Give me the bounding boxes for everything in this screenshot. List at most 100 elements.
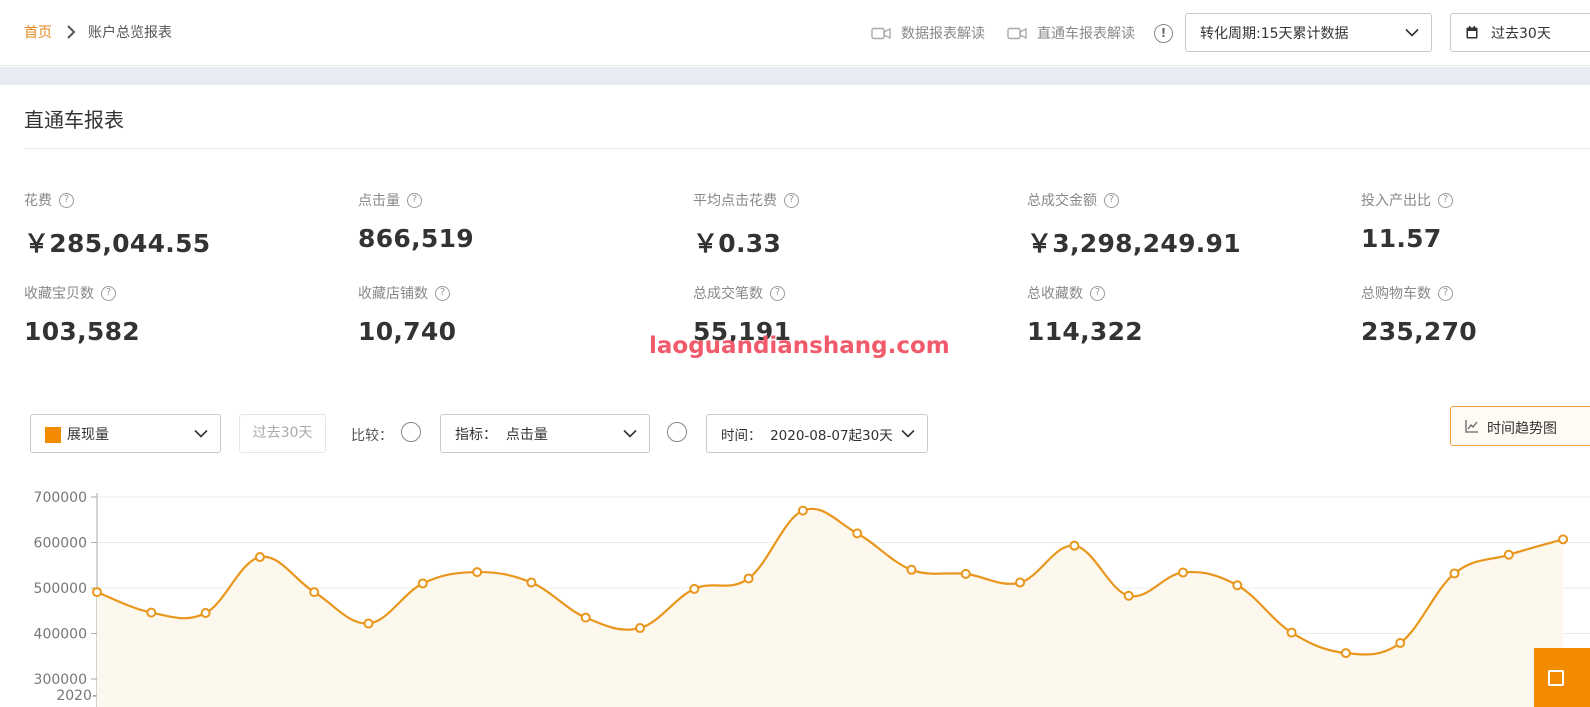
metric-label-text: 收藏店铺数 [358,286,428,302]
data-point [472,567,483,578]
compare-label: 比较： [351,428,393,444]
time-select-value: 时间： 2020-08-07起30天 [721,427,893,444]
line-chart-icon [1465,420,1478,433]
calendar-icon [1466,26,1478,39]
metric-label: 总成交金额? [1027,190,1327,210]
data-point [1015,577,1026,588]
data-point [1286,627,1297,638]
help-icon[interactable]: ? [435,285,450,301]
metric-card: 投入产出比? 11.57 [1361,190,1590,253]
metric-select-content: 展现量 [45,424,109,444]
data-point [1340,648,1351,659]
metric-label: 总收藏数? [1027,283,1327,303]
metric-label-text: 花费 [24,193,52,209]
help-icon[interactable]: ? [101,285,116,301]
metric-card: 收藏宝贝数? 103,582 [24,283,324,346]
metric-label: 总购物车数? [1361,283,1590,303]
chevron-right-icon [66,23,76,41]
conversion-cycle-value: 转化周期:15天累计数据 [1200,25,1349,42]
time-trend-button[interactable]: 时间趋势图 [1450,406,1590,446]
metric-label-text: 平均点击花费 [693,193,777,209]
time-compare-radio[interactable] [667,422,687,442]
metric-value: 11.57 [1361,224,1442,253]
metric-label-text: 总成交笔数 [693,286,763,302]
indicator-select-value: 指标： 点击量 [455,426,548,443]
ztc-report-guide-label: 直通车报表解读 [1037,26,1135,42]
metric-label: 投入产出比? [1361,190,1590,210]
y-tick-label: 300000 [34,672,87,688]
data-point [1123,590,1134,601]
metric-value: ￥285,044.55 [24,229,211,258]
date-range-value: 过去30天 [1491,25,1551,42]
data-point [92,587,102,598]
conversion-cycle-select[interactable]: 转化周期:15天累计数据 [1185,13,1432,52]
metric-label: 点击量? [358,190,658,210]
period-button[interactable]: 过去30天 [239,414,326,453]
data-point [797,505,808,516]
help-icon[interactable]: ? [407,192,422,208]
data-point [1395,638,1406,649]
metric-value: 10,740 [358,317,457,346]
breadcrumb-current: 账户总览报表 [88,25,172,41]
top-bar: 首页 账户总览报表 数据报表解读 直通车报表解读 ! 转化周期:15天累计数据 … [0,0,1590,66]
data-point [635,623,645,634]
series-color-swatch [45,426,61,443]
help-icon[interactable]: ? [1438,192,1453,208]
metric-label-text: 总购物车数 [1361,286,1431,302]
data-point [1558,534,1569,545]
data-point [1449,568,1460,579]
metric-label: 收藏店铺数? [358,283,658,303]
compare-radio[interactable] [401,422,421,442]
metric-label-text: 总收藏数 [1027,286,1083,302]
data-report-guide-link[interactable]: 数据报表解读 [871,23,985,43]
data-point [1503,549,1514,560]
y-tick-label: 500000 [34,581,87,597]
metric-select[interactable]: 展现量 [30,414,221,453]
data-point [689,583,700,594]
metric-select-value: 展现量 [67,426,109,443]
metric-card: 花费? ￥285,044.55 [24,190,324,260]
time-select[interactable]: 时间： 2020-08-07起30天 [706,414,928,453]
info-icon[interactable]: ! [1154,24,1173,43]
data-point [309,587,320,598]
data-point [200,608,211,619]
title-divider [24,148,1590,149]
metric-label-text: 点击量 [358,193,400,209]
help-icon[interactable]: ? [784,192,799,208]
help-icon[interactable]: ? [1104,192,1119,208]
metric-label-text: 收藏宝贝数 [24,286,94,302]
feedback-icon [1548,670,1564,686]
time-trend-label: 时间趋势图 [1487,421,1557,437]
breadcrumb-home-link[interactable]: 首页 [24,22,52,42]
data-point [1232,580,1243,591]
metric-value: 866,519 [358,224,474,253]
metric-card: 总收藏数? 114,322 [1027,283,1327,346]
y-tick-label: 400000 [34,627,87,643]
metric-card: 收藏店铺数? 10,740 [358,283,658,346]
metric-card: 点击量? 866,519 [358,190,658,253]
data-point [1178,567,1188,578]
watermark-text: laoguandianshang.com [649,333,950,359]
data-point [580,612,591,623]
floating-feedback-button[interactable] [1534,648,1590,707]
metric-label: 花费? [24,190,324,210]
metric-value: 114,322 [1027,317,1143,346]
metric-label-text: 投入产出比 [1361,193,1431,209]
help-icon[interactable]: ? [770,285,785,301]
section-divider-band [0,67,1590,85]
ztc-report-guide-link[interactable]: 直通车报表解读 [1007,23,1135,43]
date-range-select[interactable]: 过去30天 [1450,13,1590,52]
data-point [417,578,428,589]
help-icon[interactable]: ? [1438,285,1453,301]
indicator-select[interactable]: 指标： 点击量 [440,414,650,453]
help-icon[interactable]: ? [1090,285,1105,301]
data-point [526,577,537,588]
help-icon[interactable]: ? [59,192,74,208]
metric-value: 103,582 [24,317,140,346]
chevron-down-icon [1405,28,1419,37]
trend-chart: 7000006000005000004000003000002020-09-06… [34,490,1590,707]
section-title: 直通车报表 [24,108,124,132]
metric-label: 总成交笔数? [693,283,993,303]
metric-label-text: 总成交金额 [1027,193,1097,209]
chevron-down-icon [901,429,915,438]
